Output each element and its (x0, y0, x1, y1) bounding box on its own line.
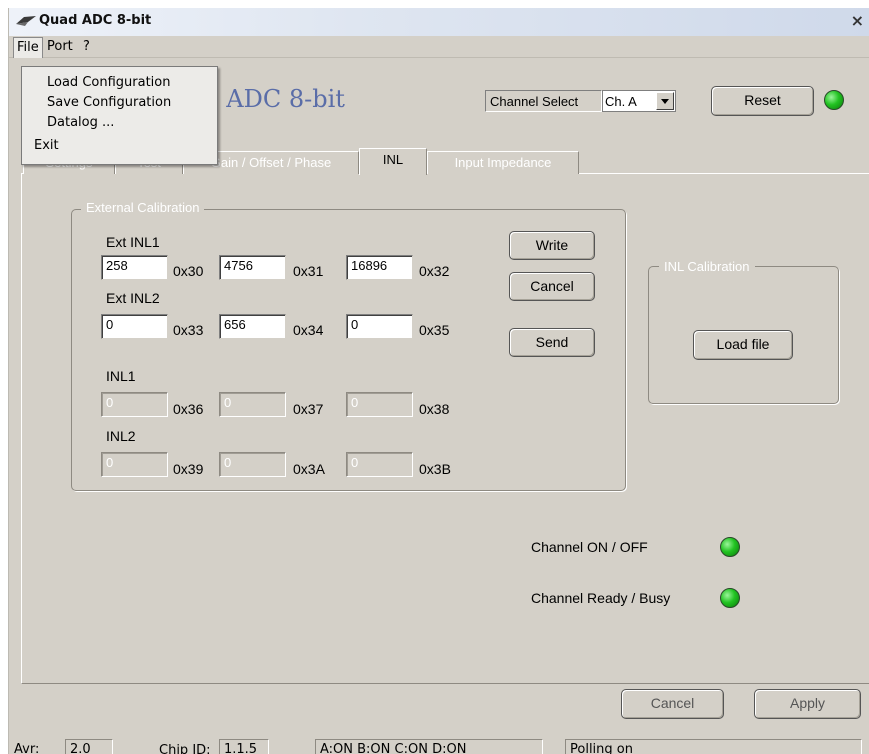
menu-item-load-configuration[interactable]: Load Configuration (47, 75, 170, 90)
inl1-field-3: 0 (346, 392, 413, 417)
ext-inl2-field-2[interactable]: 656 (219, 314, 286, 339)
ext-inl2-addr-2: 0x34 (293, 322, 324, 338)
reset-button[interactable]: Reset (711, 86, 814, 116)
inl1-field-1: 0 (101, 392, 168, 417)
menu-port[interactable]: Port (44, 39, 76, 54)
inl1-field-2: 0 (219, 392, 286, 417)
chip-id-label: Chip ID: (159, 743, 211, 754)
inl2-addr-2: 0x3A (293, 461, 325, 477)
inl2-field-2: 0 (219, 452, 286, 477)
channel-ready-busy-led-icon (720, 588, 740, 608)
ext-inl1-addr-1: 0x30 (173, 263, 204, 279)
title-bar: Quad ADC 8-bit × (9, 8, 869, 36)
inl2-field-1: 0 (101, 452, 168, 477)
inl-calibration-title: INL Calibration (659, 259, 755, 274)
write-button[interactable]: Write (509, 231, 595, 260)
inl1-addr-3: 0x38 (419, 401, 450, 417)
ext-inl1-field-1[interactable]: 258 (101, 255, 168, 280)
cancel-calibration-button[interactable]: Cancel (509, 272, 595, 301)
avr-label: Avr: (14, 742, 40, 754)
menu-item-save-configuration[interactable]: Save Configuration (47, 95, 171, 110)
channel-select-value: Ch. A (605, 94, 637, 109)
inl1-addr-2: 0x37 (293, 401, 324, 417)
menu-item-exit[interactable]: Exit (34, 138, 59, 153)
inl2-label: INL2 (106, 428, 136, 444)
inl1-addr-1: 0x36 (173, 401, 204, 417)
tab-inl[interactable]: INL (359, 148, 427, 175)
app-window: Quad ADC 8-bit × File Port ? ad ADC 8-bi… (8, 8, 869, 754)
channel-on-off-led-icon (720, 537, 740, 557)
status-led-icon (824, 90, 844, 110)
channel-ready-busy-label: Channel Ready / Busy (531, 590, 671, 606)
inl2-addr-3: 0x3B (419, 461, 451, 477)
cancel-button[interactable]: Cancel (621, 689, 724, 719)
window-title: Quad ADC 8-bit (39, 13, 152, 28)
ext-inl2-label: Ext INL2 (106, 290, 160, 306)
inl2-addr-1: 0x39 (173, 461, 204, 477)
file-menu-dropdown: Load Configuration Save Configuration Da… (21, 66, 218, 165)
avr-value: 2.0 (65, 739, 113, 754)
menu-item-datalog[interactable]: Datalog ... (47, 115, 114, 130)
ext-inl2-addr-3: 0x35 (419, 322, 450, 338)
polling-status: Polling on (565, 739, 862, 754)
chip-id-value: 1.1.5 (219, 739, 269, 754)
chevron-down-icon[interactable] (656, 92, 674, 110)
ext-inl1-field-2[interactable]: 4756 (219, 255, 286, 280)
inl2-field-3: 0 (346, 452, 413, 477)
ext-inl1-addr-2: 0x31 (293, 263, 324, 279)
menu-file[interactable]: File (13, 37, 43, 58)
external-calibration-title: External Calibration (81, 200, 205, 215)
inl1-label: INL1 (106, 368, 136, 384)
ext-inl2-field-1[interactable]: 0 (101, 314, 168, 339)
ext-inl1-field-3[interactable]: 16896 (346, 255, 413, 280)
ext-inl1-addr-3: 0x32 (419, 263, 450, 279)
ext-inl1-label: Ext INL1 (106, 234, 160, 250)
load-file-button[interactable]: Load file (693, 330, 793, 360)
channel-select-label: Channel Select (485, 90, 602, 112)
tab-input-impedance[interactable]: Input Impedance (427, 151, 579, 174)
channel-states: A:ON B:ON C:ON D:ON (315, 739, 543, 754)
send-button[interactable]: Send (509, 328, 595, 357)
channel-on-off-label: Channel ON / OFF (531, 539, 648, 555)
app-icon (16, 16, 36, 26)
close-icon[interactable]: × (851, 12, 864, 30)
channel-select[interactable]: Ch. A (602, 90, 676, 112)
apply-button[interactable]: Apply (754, 689, 861, 719)
menu-help[interactable]: ? (80, 39, 93, 54)
ext-inl2-field-3[interactable]: 0 (346, 314, 413, 339)
ext-inl2-addr-1: 0x33 (173, 322, 204, 338)
menu-bar: File Port ? (9, 36, 869, 58)
